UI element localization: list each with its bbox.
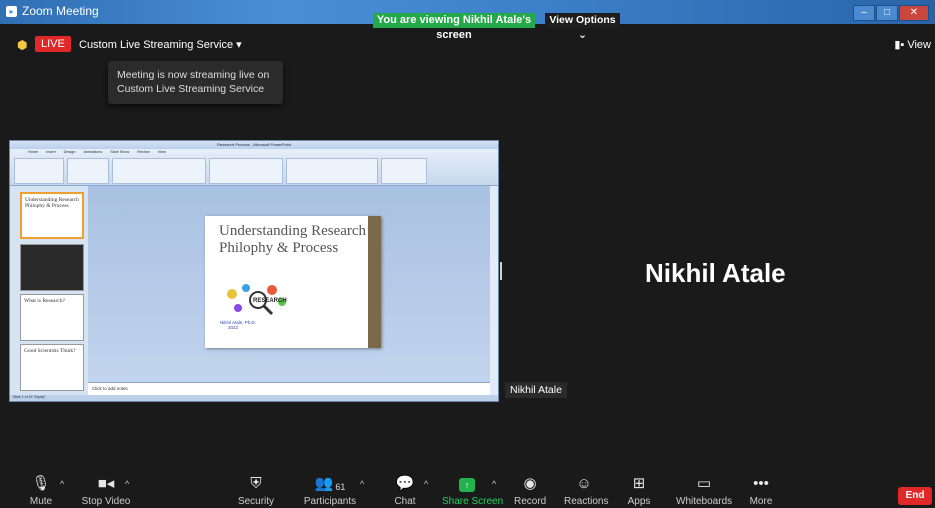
participants-count: 61	[335, 482, 346, 492]
ribbon-tab: Animations	[83, 150, 103, 154]
powerpoint-titlebar: Research Process - Microsoft PowerPoint	[10, 141, 498, 149]
record-icon: ◉	[523, 475, 537, 492]
notification-line-1: Meeting is now streaming live on	[117, 69, 270, 81]
slide-thumbnail	[20, 244, 84, 291]
minimize-icon[interactable]: –	[853, 5, 875, 21]
ribbon-tab: Design	[63, 150, 76, 154]
mute-button[interactable]: 🎙 Mute	[28, 470, 54, 507]
whiteboards-button[interactable]: ▭ Whiteboards	[676, 470, 732, 507]
ribbon-tab: Insert	[46, 150, 56, 154]
view-options-button[interactable]: View Options ⌄	[545, 13, 620, 41]
security-button[interactable]: ⛨ Security	[237, 470, 275, 507]
slide-thumbnail: Understanding Research Philophy & Proces…	[20, 192, 84, 239]
slide-scrollbar	[490, 186, 498, 395]
notification-line-2: Custom Live Streaming Service	[117, 83, 265, 95]
view-button[interactable]: ▮▪ View	[894, 38, 931, 51]
participants-label: Participants	[303, 496, 357, 507]
whiteboard-icon: ▭	[696, 475, 712, 492]
ribbon-group-editing	[381, 158, 427, 184]
meeting-toolbar: 🎙 Mute ^ ■◂ Stop Video ^ ⛨ Security 👥 61 …	[0, 470, 935, 508]
shared-screen[interactable]: Research Process - Microsoft PowerPoint …	[9, 140, 499, 402]
whiteboards-label: Whiteboards	[676, 496, 733, 507]
participants-button[interactable]: 👥 61 Participants	[302, 470, 358, 507]
close-icon[interactable]: ✕	[899, 5, 929, 21]
participant-name-label: Nikhil Atale	[505, 382, 567, 398]
participants-icon: 👥 61	[314, 475, 346, 492]
ribbon-tabs: Home Insert Design Animations Slide Show…	[28, 150, 166, 154]
window-title-text: Zoom Meeting	[22, 4, 99, 18]
share-screen-icon: ↑	[459, 478, 475, 492]
thumbnail-title: Understanding Research Philophy & Proces…	[25, 197, 79, 209]
thumbnail-title: Good Scientists Think?	[24, 348, 76, 354]
ribbon-group-paragraph	[209, 158, 283, 184]
current-slide: Understanding Research Philophy & Proces…	[205, 216, 381, 348]
apps-label: Apps	[627, 496, 651, 507]
chat-caret-icon[interactable]: ^	[424, 479, 428, 489]
ribbon-group-slides	[67, 158, 109, 184]
video-options-caret-icon[interactable]: ^	[125, 479, 129, 489]
window-title: ▸ Zoom Meeting	[6, 4, 99, 18]
view-layout-icon: ▮▪	[894, 39, 908, 51]
microphone-icon: 🎙	[31, 475, 51, 492]
ribbon-group-font	[112, 158, 206, 184]
chat-bubble-icon: 💬	[395, 475, 415, 492]
record-label: Record	[514, 496, 547, 507]
ribbon-tab: Slide Show	[110, 150, 130, 154]
live-badge[interactable]: LIVE	[35, 36, 71, 52]
ribbon-tab: Home	[28, 150, 39, 154]
reactions-label: Reactions	[564, 496, 609, 507]
window-controls: – □ ✕	[853, 5, 929, 21]
end-meeting-button[interactable]: End	[898, 487, 932, 505]
share-caret-icon[interactable]: ^	[492, 479, 496, 489]
stop-video-label: Stop Video	[81, 496, 131, 507]
participant-video-name: Nikhil Atale	[645, 258, 786, 288]
participants-caret-icon[interactable]: ^	[360, 479, 364, 489]
smiley-icon: ☺	[576, 475, 592, 492]
record-button[interactable]: ◉ Record	[514, 470, 546, 507]
slide-year: 2022	[228, 325, 239, 330]
powerpoint-ribbon: Home Insert Design Animations Slide Show…	[10, 149, 498, 186]
maximize-icon[interactable]: □	[876, 5, 898, 21]
apps-grid-icon: ⊞	[632, 475, 646, 492]
ribbon-group-drawing	[286, 158, 378, 184]
share-screen-button[interactable]: ↑ Share Screen	[442, 470, 504, 507]
slide-editor: Understanding Research Philophy & Proces…	[88, 186, 490, 395]
apps-button[interactable]: ⊞ Apps	[626, 470, 652, 507]
mute-label: Mute	[29, 496, 53, 507]
shield-icon: ⛨	[250, 475, 262, 492]
thumbnail-title: What is Research?	[24, 298, 65, 304]
viewing-screen-banner: You are viewing Nikhil Atale's screen	[373, 13, 535, 41]
view-label: View	[907, 39, 931, 51]
more-dots-icon: •••	[753, 475, 769, 492]
slide-title: Understanding Research Philophy & Proces…	[219, 223, 367, 256]
security-label: Security	[237, 496, 275, 507]
research-illustration-icon: RESEARCH	[227, 284, 287, 316]
ribbon-group-clipboard	[14, 158, 64, 184]
security-shield-icon[interactable]: ⬢	[17, 38, 27, 52]
audio-options-caret-icon[interactable]: ^	[60, 479, 64, 489]
ribbon-groups	[14, 158, 494, 184]
more-button[interactable]: ••• More	[749, 470, 773, 507]
slide-author: Nikhil Atale, Ph.D. 2022	[220, 320, 256, 330]
slide-thumbnails-panel: Understanding Research Philophy & Proces…	[10, 186, 89, 395]
chat-button[interactable]: 💬 Chat	[390, 470, 420, 507]
zoom-logo-icon: ▸	[6, 5, 17, 17]
chat-label: Chat	[394, 496, 416, 507]
reactions-button[interactable]: ☺ Reactions	[564, 470, 609, 507]
ribbon-tab: View	[157, 150, 166, 154]
more-label: More	[749, 496, 773, 507]
streaming-service-dropdown[interactable]: Custom Live Streaming Service ▾	[79, 38, 242, 51]
slide-thumbnail: What is Research?	[20, 294, 84, 341]
split-view-divider[interactable]	[500, 262, 502, 280]
powerpoint-statusbar: Slide 1 of 15 "Equity"	[10, 395, 498, 401]
slide-thumbnail: Good Scientists Think?	[20, 344, 84, 391]
streaming-notification: Meeting is now streaming live on Custom …	[108, 61, 283, 104]
slide-accent-bar	[368, 216, 381, 348]
ribbon-tab: Review	[137, 150, 150, 154]
slide-image-text: RESEARCH	[253, 298, 287, 304]
notes-pane: Click to add notes	[88, 382, 490, 395]
share-screen-label: Share Screen	[442, 496, 504, 507]
